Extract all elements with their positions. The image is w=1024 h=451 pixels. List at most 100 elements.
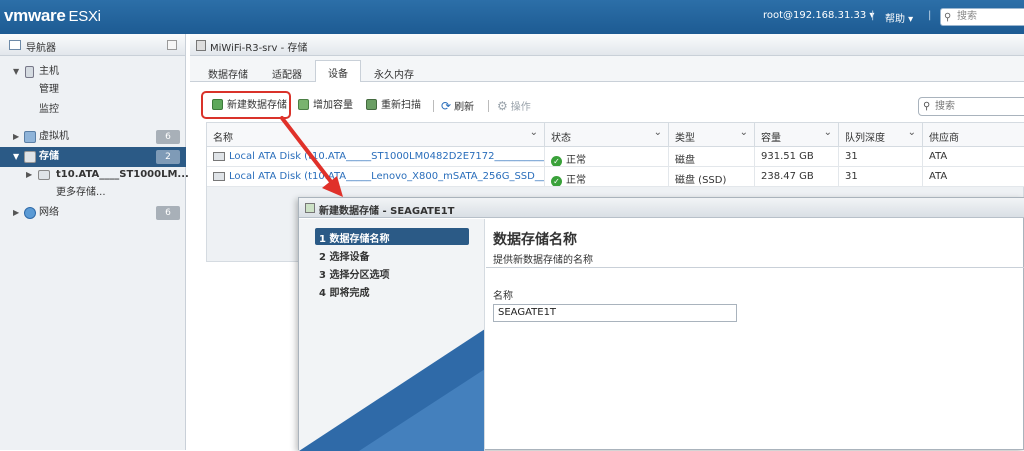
rescan-button[interactable]: 重新扫描: [366, 98, 421, 114]
refresh-button[interactable]: ⟳ 刷新: [441, 98, 474, 114]
wizard-step-2[interactable]: 2 选择设备: [315, 246, 469, 263]
new-datastore-button[interactable]: 新建数据存储: [212, 98, 287, 114]
tab-persistent-memory[interactable]: 永久内存: [369, 62, 419, 82]
nav-item-datastore[interactable]: ▶ t10.ATA____ST1000LM...: [0, 165, 189, 185]
column-header-vendor[interactable]: 供应商: [923, 123, 1024, 147]
nav-item-manage[interactable]: 管理: [0, 80, 186, 100]
name-label: 名称: [493, 291, 513, 302]
chevron-down-icon[interactable]: ⌄: [908, 127, 916, 138]
disk-icon: [38, 170, 50, 180]
expand-right-icon[interactable]: ▶: [13, 127, 19, 147]
main-header: MiWiFi-R3-srv - 存储: [190, 34, 1024, 56]
toolbar-divider: [488, 100, 489, 112]
chevron-down-icon[interactable]: ⌄: [654, 127, 662, 138]
nav-item-storage[interactable]: ▼ 存储 2: [0, 147, 186, 167]
actions-button[interactable]: ⚙ 操作: [497, 98, 531, 114]
column-label: 类型: [675, 133, 695, 144]
global-search-input[interactable]: ⚲ 搜索: [940, 8, 1024, 26]
wizard-steps-panel: 1 数据存储名称 2 选择设备 3 选择分区选项 4 即将完成: [299, 219, 485, 451]
table-row-vendor: ATA: [923, 147, 1024, 167]
button-label: 增加容量: [313, 100, 353, 111]
navigator-header: 导航器: [0, 34, 185, 56]
nav-item-vms[interactable]: ▶ 虚拟机 6: [0, 127, 186, 147]
step-description: 提供新数据存储的名称: [493, 255, 593, 266]
expand-right-icon[interactable]: ▶: [13, 203, 19, 223]
column-header-type[interactable]: 类型 ⌄: [669, 123, 755, 147]
nav-item-network[interactable]: ▶ 网络 6: [0, 203, 186, 223]
table-row-queue-depth: 31: [839, 167, 923, 187]
search-icon: ⚲: [923, 101, 931, 112]
nav-item-label: 更多存储...: [56, 187, 106, 198]
nav-item-label: 网络: [39, 207, 59, 218]
disk-icon: [213, 152, 225, 161]
top-bar: vmware ESXi root@192.168.31.33 ▾ | 帮助 ▾ |…: [0, 0, 1024, 34]
button-label: 操作: [510, 102, 531, 113]
tab-adapters[interactable]: 适配器: [263, 62, 311, 82]
button-label: 新建数据存储: [227, 100, 287, 111]
tab-bar: 数据存储 适配器 设备 永久内存: [190, 56, 1024, 83]
toolbar-divider: [433, 100, 434, 112]
column-header-name[interactable]: 名称 ⌄: [207, 123, 545, 147]
network-globe-icon: [24, 207, 36, 219]
cell-text: Local ATA Disk (t10.ATA_____Lenovo_X800_…: [229, 171, 545, 182]
count-badge: 6: [156, 206, 180, 220]
nav-item-host[interactable]: ▼ 主机: [0, 62, 186, 82]
expand-down-icon[interactable]: ▼: [13, 147, 19, 167]
column-label: 名称: [213, 133, 233, 144]
chevron-down-icon[interactable]: ⌄: [740, 127, 748, 138]
table-row-capacity: 238.47 GB: [755, 167, 839, 187]
wizard-content: 数据存储名称 提供新数据存储的名称 名称 SEAGATE1T: [486, 219, 1024, 451]
expand-right-icon[interactable]: ▶: [26, 165, 32, 185]
table-search-input[interactable]: ⚲ 搜索: [918, 97, 1024, 116]
datastore-name-input[interactable]: SEAGATE1T: [493, 304, 737, 322]
navigator-icon: [9, 40, 21, 50]
cell-text: 正常: [566, 175, 586, 186]
table-row-capacity: 931.51 GB: [755, 147, 839, 167]
wizard-step-1[interactable]: 1 数据存储名称: [315, 228, 469, 245]
new-datastore-dialog: 新建数据存储 - SEAGATE1T 1 数据存储名称 2 选择设备 3 选择分…: [298, 197, 1024, 451]
vm-icon: [24, 131, 36, 143]
column-header-queue-depth[interactable]: 队列深度 ⌄: [839, 123, 923, 147]
table-row-name[interactable]: Local ATA Disk (t10.ATA_____Lenovo_X800_…: [207, 167, 545, 187]
chevron-down-icon[interactable]: ⌄: [530, 127, 538, 138]
chevron-down-icon[interactable]: ⌄: [824, 127, 832, 138]
navigator-panel: 导航器 ▼ 主机 管理 监控 ▶ 虚拟机 6 ▼ 存储 2 ▶ t10.ATA_…: [0, 34, 189, 450]
nav-item-label: 管理: [39, 84, 59, 95]
nav-item-more-storage[interactable]: 更多存储...: [0, 183, 186, 203]
separator: |: [871, 10, 875, 21]
column-label: 状态: [551, 133, 571, 144]
navigator-title: 导航器: [26, 43, 56, 54]
column-header-capacity[interactable]: 容量 ⌄: [755, 123, 839, 147]
column-header-status[interactable]: 状态 ⌄: [545, 123, 669, 147]
wizard-step-4[interactable]: 4 即将完成: [315, 282, 469, 299]
wizard-step-3[interactable]: 3 选择分区选项: [315, 264, 469, 281]
logo-product: ESXi: [68, 8, 101, 25]
user-menu[interactable]: root@192.168.31.33 ▾: [763, 10, 874, 21]
new-datastore-icon: [305, 203, 315, 213]
check-circle-icon: ✓: [551, 176, 562, 186]
host-icon: [25, 66, 34, 78]
step-heading: 数据存储名称: [493, 232, 577, 248]
storage-icon: [196, 40, 206, 51]
nav-item-label: t10.ATA____ST1000LM...: [56, 169, 189, 180]
tab-datastores[interactable]: 数据存储: [200, 62, 256, 82]
help-menu[interactable]: 帮助 ▾: [885, 10, 913, 25]
collapse-pane-icon[interactable]: [167, 40, 177, 50]
nav-item-monitor[interactable]: 监控: [0, 100, 186, 120]
nav-item-label: 监控: [39, 104, 59, 115]
column-label: 容量: [761, 133, 781, 144]
nav-item-label: 主机: [39, 66, 59, 77]
search-placeholder: 搜索: [957, 11, 977, 22]
column-label: 供应商: [929, 133, 959, 144]
tab-devices[interactable]: 设备: [315, 60, 361, 83]
table-row-name[interactable]: Local ATA Disk (t10.ATA_____ST1000LM0482…: [207, 147, 545, 167]
count-badge: 2: [156, 150, 180, 164]
cell-text: 正常: [566, 155, 586, 166]
gear-icon: ⚙: [497, 99, 508, 113]
increase-capacity-button[interactable]: 增加容量: [298, 98, 353, 114]
expand-down-icon[interactable]: ▼: [13, 62, 19, 82]
dialog-title: 新建数据存储 - SEAGATE1T: [319, 206, 455, 217]
table-row-queue-depth: 31: [839, 147, 923, 167]
table-row-vendor: ATA: [923, 167, 1024, 187]
search-icon: ⚲: [944, 12, 952, 23]
